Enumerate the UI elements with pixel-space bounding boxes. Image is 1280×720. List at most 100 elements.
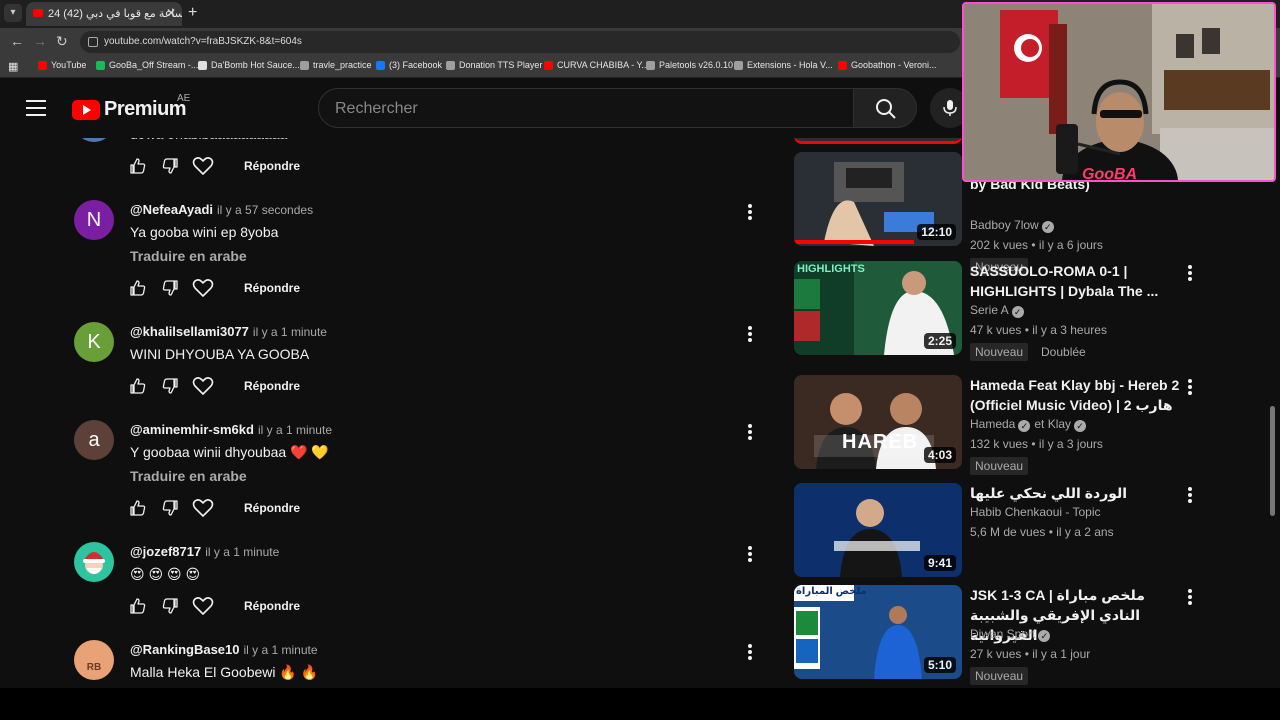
heart-button[interactable] <box>192 376 214 396</box>
comment-author[interactable]: @jozef8717 <box>130 544 201 559</box>
video-thumbnail[interactable]: ملخص المباراة 5:10 <box>794 585 962 679</box>
channel-name[interactable]: Diwan Sport <box>970 627 1035 641</box>
bookmark-item[interactable]: Extensions - Hola V... <box>734 60 833 70</box>
heart-button[interactable] <box>192 278 214 298</box>
comment-author[interactable]: @RankingBase10 <box>130 642 240 657</box>
commenter-avatar[interactable]: a <box>74 420 114 460</box>
video-more-button[interactable] <box>1180 587 1196 607</box>
comment-author[interactable]: @NefeaAyadi <box>130 202 213 217</box>
youtube-premium-logo[interactable]: Premium <box>72 98 187 121</box>
forward-arrow-icon[interactable]: → <box>33 33 47 49</box>
video-thumbnail[interactable]: 12:10 <box>794 152 962 246</box>
comment-timestamp[interactable]: il y a 1 minute <box>205 545 279 559</box>
browser-tab-active[interactable]: 24 ساعة مع قوبا في دبي (42) - ... ✕ <box>26 2 182 26</box>
channel-name[interactable]: Badboy 7low <box>970 218 1039 232</box>
channel-name[interactable]: Serie A <box>970 303 1009 317</box>
comment-author[interactable]: @aminemhir-sm6kd <box>130 422 254 437</box>
video-title[interactable]: الوردة اللي نحكي عليها <box>970 483 1180 503</box>
video-meta: 202 k vues • il y a 6 jours <box>970 238 1103 252</box>
channel-name[interactable]: Hameda <box>970 417 1015 431</box>
commenter-avatar[interactable]: RB <box>74 640 114 680</box>
verified-check-icon: ✓ <box>1018 420 1031 432</box>
commenter-avatar[interactable]: N <box>74 200 114 240</box>
reply-button[interactable]: Répondre <box>244 159 300 173</box>
tab-search-button[interactable]: ▾ <box>4 4 22 22</box>
comment-timestamp[interactable]: il y a 1 minute <box>258 423 332 437</box>
bookmark-item[interactable]: Goobathon - Veroni... <box>838 60 937 70</box>
bookmark-item[interactable]: CURVA CHABIBA - Y... <box>544 60 649 70</box>
commenter-avatar[interactable]: K <box>74 322 114 362</box>
url-field[interactable]: youtube.com/watch?v=fraBJSKZK-8&t=604s <box>80 31 960 53</box>
apps-grid-icon[interactable]: ▦ <box>8 60 18 73</box>
video-thumbnail-partial[interactable] <box>794 138 962 144</box>
video-thumbnail[interactable]: 9:41 <box>794 483 962 577</box>
like-button[interactable] <box>128 376 148 396</box>
bookmark-item[interactable]: (3) Facebook <box>376 60 442 70</box>
dislike-button[interactable] <box>160 156 180 176</box>
channel-name-secondary[interactable]: et Klay <box>1034 417 1071 431</box>
comment-timestamp[interactable]: il y a 1 minute <box>253 325 327 339</box>
reply-button[interactable]: Répondre <box>244 501 300 515</box>
like-button[interactable] <box>128 156 148 176</box>
page-scrollbar[interactable] <box>1270 406 1275 516</box>
video-more-button[interactable] <box>1180 263 1196 283</box>
reply-button[interactable]: Répondre <box>244 379 300 393</box>
dislike-button[interactable] <box>160 596 180 616</box>
heart-button[interactable] <box>192 156 214 176</box>
bookmark-item[interactable]: GooBa_Off Stream -... <box>96 60 198 70</box>
bookmark-label: Da'Bomb Hot Sauce... <box>211 60 300 70</box>
dislike-button[interactable] <box>160 498 180 518</box>
like-button[interactable] <box>128 596 148 616</box>
verified-check-icon: ✓ <box>1041 221 1054 233</box>
back-arrow-icon[interactable]: ← <box>10 33 24 49</box>
comment-actions: Répondre <box>128 498 300 518</box>
dislike-button[interactable] <box>160 278 180 298</box>
video-meta: 5,6 M de vues • il y a 2 ans <box>970 525 1114 539</box>
logo-text: Premium <box>104 98 187 120</box>
search-input[interactable]: Rechercher <box>318 88 854 128</box>
comment-more-button[interactable] <box>740 544 760 564</box>
bookmark-item[interactable]: Donation TTS Player <box>446 60 542 70</box>
streamer-logo: GooBA <box>1082 166 1138 182</box>
bookmark-item[interactable]: Paletools v26.0.10 <box>646 60 733 70</box>
bookmark-item[interactable]: travle_practice <box>300 60 372 70</box>
translate-link[interactable]: Traduire en arabe <box>130 468 247 484</box>
new-tab-icon[interactable]: + <box>188 4 197 22</box>
channel-name[interactable]: Habib Chenkaoui - Topic <box>970 505 1101 519</box>
comment-more-button[interactable] <box>740 324 760 344</box>
reply-button[interactable]: Répondre <box>244 281 300 295</box>
like-button[interactable] <box>128 498 148 518</box>
bookmark-item[interactable]: YouTube <box>38 60 86 70</box>
menu-hamburger-icon[interactable] <box>26 100 46 116</box>
video-thumbnail[interactable]: HIGHLIGHTS 2:25 <box>794 261 962 355</box>
comment-more-button[interactable] <box>740 642 760 662</box>
like-button[interactable] <box>128 278 148 298</box>
translate-link[interactable]: Traduire en arabe <box>130 248 247 264</box>
comment-author[interactable]: @khalilsellami3077 <box>130 324 249 339</box>
reload-icon[interactable]: ↻ <box>56 33 68 50</box>
like-icon <box>130 280 146 296</box>
comment-timestamp[interactable]: il y a 57 secondes <box>217 203 313 217</box>
reply-button[interactable]: Répondre <box>244 599 300 613</box>
search-button[interactable] <box>853 88 917 128</box>
tab-close-icon[interactable]: ✕ <box>166 6 176 20</box>
video-badge: Nouveau <box>970 457 1029 475</box>
region-code: AE <box>177 93 191 104</box>
video-title[interactable]: SASSUOLO-ROMA 0-1 | HIGHLIGHTS | Dybala … <box>970 261 1180 301</box>
commenter-avatar[interactable] <box>74 542 114 582</box>
comment-more-button[interactable] <box>740 202 760 222</box>
video-more-button[interactable] <box>1180 377 1196 397</box>
dislike-icon <box>162 280 178 296</box>
video-title[interactable]: Hameda Feat Klay bbj - Hereb 2 (Officiel… <box>970 375 1180 415</box>
bookmark-favicon-icon <box>838 60 847 70</box>
heart-button[interactable] <box>192 596 214 616</box>
dislike-button[interactable] <box>160 376 180 396</box>
video-thumbnail[interactable]: HAREB 4:03 <box>794 375 962 469</box>
video-more-button[interactable] <box>1180 485 1196 505</box>
comment-more-button[interactable] <box>740 422 760 442</box>
bookmark-item[interactable]: Da'Bomb Hot Sauce... <box>198 60 300 70</box>
comment-timestamp[interactable]: il y a 1 minute <box>244 643 318 657</box>
site-info-icon[interactable] <box>88 37 98 47</box>
heart-button[interactable] <box>192 498 214 518</box>
commenter-avatar[interactable] <box>74 138 114 142</box>
